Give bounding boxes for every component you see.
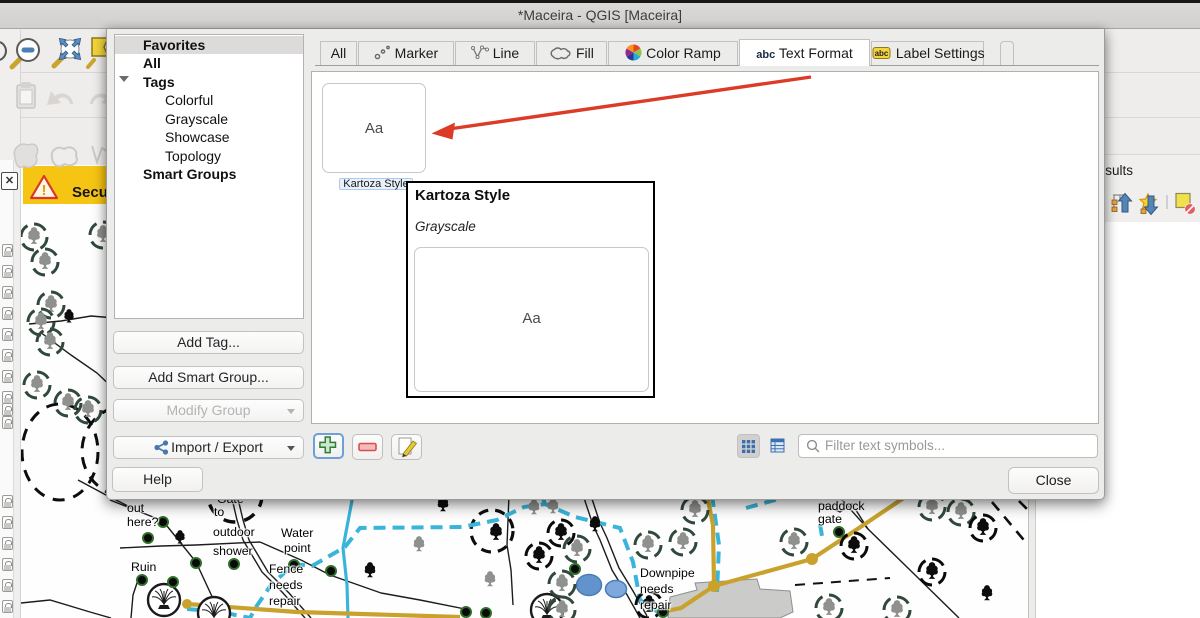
- svg-text:!: !: [42, 182, 47, 199]
- svg-text:abc: abc: [875, 49, 889, 58]
